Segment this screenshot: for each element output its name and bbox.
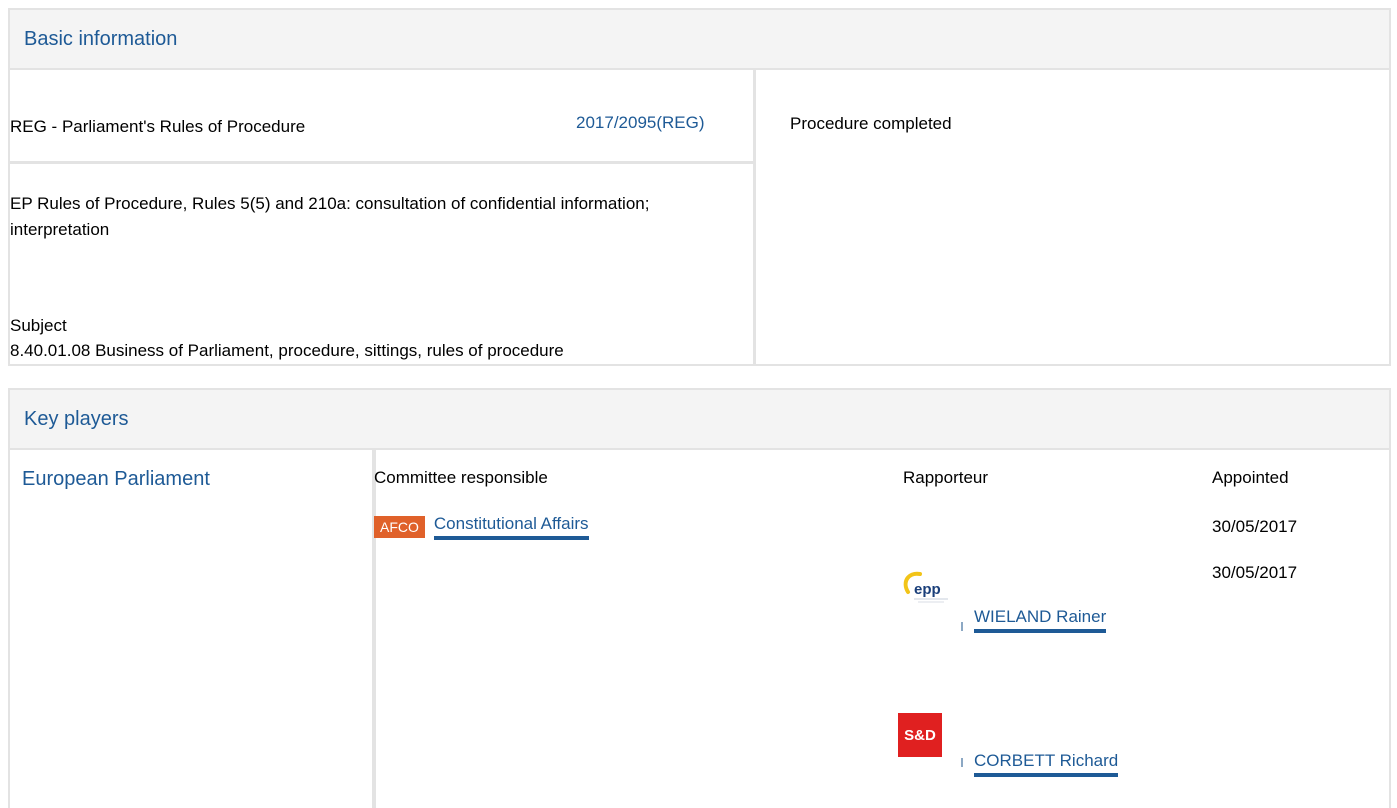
key-players-header: Key players <box>10 390 1389 450</box>
committee-appointed-date: 30/05/2017 <box>1212 517 1298 536</box>
basic-information-title: Basic information <box>24 27 178 50</box>
rapporteur-column-header: Rapporteur <box>903 468 989 487</box>
procedure-title: EP Rules of Procedure, Rules 5(5) and 21… <box>10 194 650 239</box>
procedure-status-panel: Procedure completed <box>756 68 1389 364</box>
subject-block: Subject 8.40.01.08 Business of Parliamen… <box>10 313 564 363</box>
key-players-title: Key players <box>24 407 129 430</box>
committee-code-badge: AFCO <box>374 516 425 538</box>
basic-information-header: Basic information <box>10 10 1389 70</box>
rapporteur-link[interactable]: CORBETT Richard <box>974 751 1119 777</box>
basic-information-section: Basic information REG - Parliament's Rul… <box>8 8 1391 366</box>
procedure-details: REG - Parliament's Rules of Procedure 20… <box>10 68 756 364</box>
epp-logo-text: epp <box>914 581 941 598</box>
epp-group-logo: epp <box>898 568 962 618</box>
sd-logo-text: S&D <box>904 726 936 744</box>
rapporteur-link[interactable]: WIELAND Rainer <box>974 607 1107 633</box>
committee-row: AFCO Constitutional Affairs <box>374 514 589 540</box>
subject-label: Subject <box>10 316 67 335</box>
rapporteur-entry: S&D CORBETT Richard <box>898 713 1178 783</box>
key-players-section: Key players European Parliament Committe… <box>8 388 1391 808</box>
column-divider <box>372 448 376 808</box>
committee-link[interactable]: Constitutional Affairs <box>433 514 589 540</box>
subject-value: 8.40.01.08 Business of Parliament, proce… <box>10 341 564 360</box>
institution-european-parliament[interactable]: European Parliament <box>22 468 210 491</box>
procedure-reference-link[interactable]: 2017/2095(REG) <box>576 113 705 133</box>
procedure-type: REG - Parliament's Rules of Procedure <box>10 117 306 136</box>
procedure-type-row: REG - Parliament's Rules of Procedure 20… <box>10 68 753 164</box>
sd-group-logo: S&D <box>898 713 942 757</box>
rapporteur-appointed-date: 30/05/2017 <box>1212 563 1298 582</box>
appointed-column-header: Appointed <box>1212 468 1289 487</box>
rapporteur-entry: epp WIELAND Rainer <box>898 568 1178 638</box>
procedure-status: Procedure completed <box>790 114 952 133</box>
committee-column-header: Committee responsible <box>374 468 548 487</box>
